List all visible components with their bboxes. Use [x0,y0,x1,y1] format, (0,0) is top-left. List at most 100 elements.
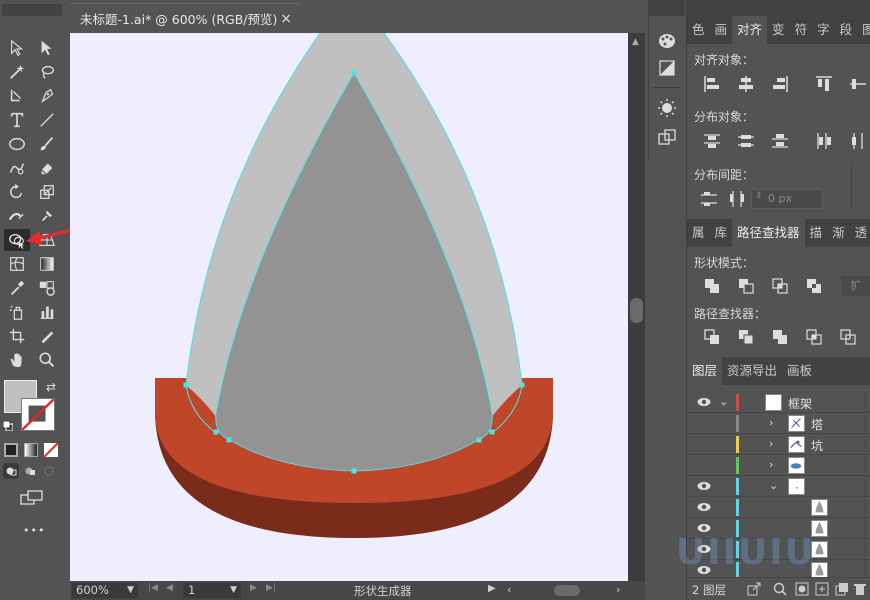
align-vertical-center-icon[interactable] [841,72,870,96]
line-tool-icon[interactable] [36,109,58,131]
tab-align_panel-2[interactable]: 对齐 [732,16,768,44]
next-artboard-icon[interactable]: ▶ [250,583,257,593]
visibility-eye-icon[interactable] [697,396,711,408]
chevron-down-icon[interactable]: ⌄ [769,479,778,492]
distribute-top-icon[interactable] [695,129,729,153]
last-artboard-icon[interactable]: ▶| [266,583,276,593]
crop-icon[interactable] [797,325,831,349]
layer-row[interactable]: ⌄ [687,476,870,497]
distribute-vertical-center-icon[interactable] [729,129,763,153]
first-artboard-icon[interactable]: |◀ [148,583,158,593]
shaper-tool-icon[interactable] [6,157,28,179]
visibility-eye-icon[interactable] [697,564,711,576]
export-layer-icon[interactable] [747,582,761,596]
swap-fill-stroke-icon[interactable]: ⇄ [46,380,56,394]
tab-align_panel-1[interactable]: 画 [710,16,733,44]
minus-front-icon[interactable] [729,274,763,298]
chevron-down-icon[interactable]: ⌄ [719,395,728,408]
align-horizontal-center-icon[interactable] [729,72,763,96]
layer-row[interactable] [687,497,870,518]
draw-behind-icon[interactable] [22,463,38,479]
dock-grip[interactable] [687,0,870,16]
screen-mode-icon[interactable] [20,490,44,506]
horizontal-distribute-space-icon[interactable] [723,187,751,211]
previous-artboard-icon[interactable]: ◀ [166,583,173,593]
tab-layers_panel-0[interactable]: 图层 [687,357,723,385]
merge-icon[interactable] [763,325,797,349]
zoom-tool-icon[interactable] [36,349,58,371]
tab-align_panel-5[interactable]: 字 [812,16,835,44]
distribute-bottom-icon[interactable] [763,129,797,153]
visibility-eye-icon[interactable] [697,480,711,492]
unite-icon[interactable] [695,274,729,298]
curvature-pen-tool-icon[interactable] [36,85,58,107]
align-left-icon[interactable] [695,72,729,96]
tab-layers_panel-1[interactable]: 资源导出 [722,357,782,385]
align-top-icon[interactable] [807,72,841,96]
artboard-tool-icon[interactable] [6,325,28,347]
layer-row[interactable]: › 坑 [687,434,870,455]
tab-align_panel-7[interactable]: 图 [857,16,870,44]
layer-row[interactable]: ⌄ 框架 [687,392,870,413]
lasso-tool-icon[interactable] [36,61,58,83]
tab-pathfinder_panel-2[interactable]: 路径查找器 [732,219,805,247]
gradient-tool-icon[interactable] [36,253,58,275]
distribute-horizontal-center-icon[interactable] [841,129,870,153]
magic-wand-tool-icon[interactable] [6,61,28,83]
visibility-eye-icon[interactable] [697,522,711,534]
distribute-left-icon[interactable] [807,129,841,153]
expand-button[interactable]: 扩 [841,276,870,296]
scroll-right-icon[interactable]: › [616,583,620,596]
color-palette-icon[interactable] [656,30,678,52]
clipping-mask-icon[interactable] [795,582,809,596]
new-sublayer-icon[interactable] [815,582,829,596]
eyedropper-tool-icon[interactable] [6,277,28,299]
zoom-level-field[interactable]: 600% ▼ [72,583,138,598]
ellipse-tool-icon[interactable] [6,133,28,155]
hand-tool-icon[interactable] [6,349,28,371]
scroll-up-icon[interactable]: ▲ [632,37,639,47]
spacing-stepper-icon[interactable]: ⇕ [755,191,763,201]
locate-object-icon[interactable] [773,582,787,596]
document-tab[interactable]: 未标题-1.ai* @ 600% (RGB/预览) × [70,3,300,33]
layer-row[interactable]: › 塔 [687,413,870,434]
chevron-right-icon[interactable]: › [769,458,773,471]
trim-icon[interactable] [729,325,763,349]
strip-grip[interactable] [649,0,685,16]
gradient-panel-icon[interactable] [656,57,678,79]
visibility-eye-icon[interactable] [697,543,711,555]
visibility-eye-icon[interactable] [697,501,711,513]
pen-tool-icon[interactable] [6,85,28,107]
tab-align_panel-0[interactable]: 色 [687,16,710,44]
stroke-swatch[interactable] [21,398,55,431]
layer-row[interactable] [687,518,870,539]
tab-align_panel-4[interactable]: 符 [790,16,813,44]
blend-tool-icon[interactable] [36,277,58,299]
chevron-down-icon[interactable]: ▼ [230,583,237,598]
delete-layer-icon[interactable] [853,582,867,596]
vertical-scrollbar[interactable]: ▲ [628,33,645,581]
draw-normal-icon[interactable] [3,463,19,479]
gradient-mode-icon[interactable] [24,443,38,457]
default-fill-stroke-icon[interactable] [2,420,14,432]
eraser-tool-icon[interactable] [36,157,58,179]
horizontal-scrollbar-thumb[interactable] [554,585,580,596]
edit-toolbar-more-icon[interactable]: ••• [23,524,45,537]
scroll-left-icon[interactable]: ‹ [507,583,511,596]
close-document-icon[interactable]: × [280,11,292,27]
spacing-value-field[interactable]: ⇕ 0 px [751,189,823,209]
paintbrush-tool-icon[interactable] [36,133,58,155]
tab-pathfinder_panel-0[interactable]: 属 [687,219,710,247]
appearance-sun-icon[interactable] [656,97,678,119]
selection-tool-icon[interactable] [6,37,28,59]
export-asset-icon[interactable] [656,126,678,148]
color-mode-icon[interactable] [4,443,18,457]
rotate-tool-icon[interactable] [6,181,28,203]
artboard-number-field[interactable]: 1 ▼ [183,583,241,598]
toolbar-grip[interactable] [2,4,62,16]
scrollbar-thumb[interactable] [630,298,643,323]
mesh-tool-icon[interactable] [6,253,28,275]
layer-row[interactable]: › [687,455,870,476]
symbol-sprayer-tool-icon[interactable] [6,301,28,323]
vertical-distribute-space-icon[interactable] [695,187,723,211]
